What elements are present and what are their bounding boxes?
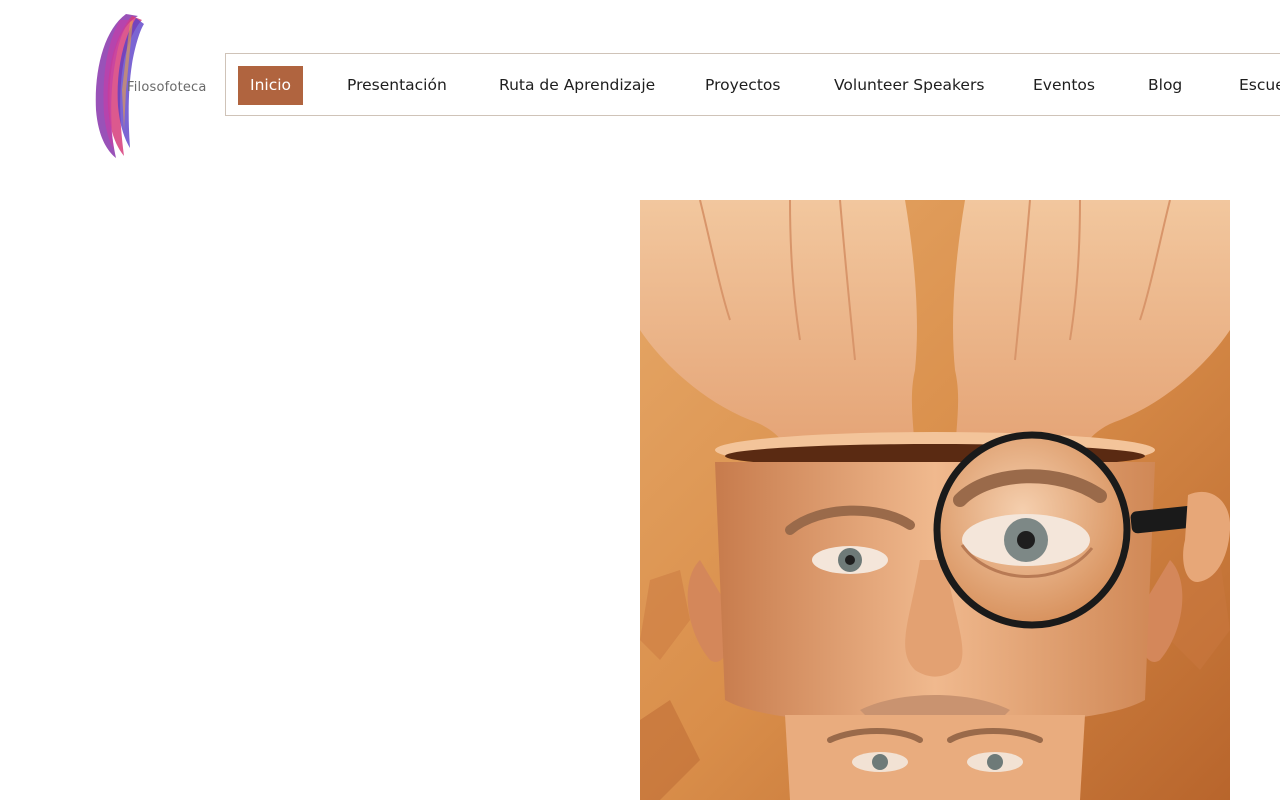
main-nav: Inicio Presentación Ruta de Aprendizaje … (225, 53, 1280, 116)
nav-item-inicio[interactable]: Inicio (238, 66, 304, 105)
nav-item-eventos[interactable]: Eventos (1033, 66, 1095, 105)
nav-item-ruta-de-aprendizaje[interactable]: Ruta de Aprendizaje (499, 66, 655, 105)
logo-text: Filosofoteca (127, 80, 207, 95)
hero-image (640, 200, 1230, 800)
nav-item-volunteer-speakers[interactable]: Volunteer Speakers (834, 66, 984, 105)
nav-item-proyectos[interactable]: Proyectos (705, 66, 780, 105)
head-magnifier-illustration (640, 200, 1230, 800)
site-logo[interactable]: Filosofoteca (86, 10, 216, 160)
nav-item-presentacion[interactable]: Presentación (347, 66, 447, 105)
nav-item-blog[interactable]: Blog (1148, 66, 1182, 105)
nav-item-escuela[interactable]: Escue (1239, 66, 1280, 105)
